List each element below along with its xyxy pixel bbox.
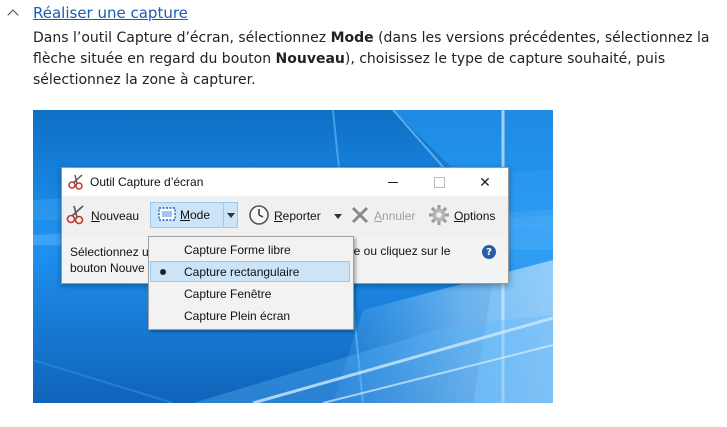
delay-label: eporter	[282, 209, 321, 223]
menu-item-label: Capture Forme libre	[184, 242, 291, 257]
cancel-x-icon	[350, 205, 370, 228]
scissors-icon	[68, 174, 86, 190]
mode-label: ode	[190, 208, 211, 222]
cancel-label: nnuler	[382, 209, 416, 223]
minimize-icon	[388, 181, 398, 183]
section-title-link[interactable]: Réaliser une capture	[33, 4, 188, 22]
cancel-label-mnemonic: A	[374, 209, 383, 223]
new-button[interactable]: Nouveau	[65, 202, 139, 230]
cancel-button[interactable]: Annuler	[350, 202, 415, 230]
window-title: Outil Capture d’écran	[90, 175, 204, 189]
desc-text: Dans l’outil Capture d’écran, sélectionn…	[33, 30, 331, 46]
menu-item-free-form[interactable]: Capture Forme libre	[150, 239, 350, 260]
chevron-down-icon	[334, 213, 342, 219]
new-label-mnemonic: N	[91, 209, 100, 223]
info-text-right: de ou cliquez sur le	[347, 244, 451, 258]
menu-item-window[interactable]: Capture Fenêtre	[150, 283, 350, 304]
selected-bullet-icon	[160, 269, 166, 275]
options-label: ptions	[463, 209, 496, 223]
menu-item-label: Capture Fenêtre	[184, 286, 272, 301]
mode-dropdown-menu: Capture Forme libre Capture rectangulair…	[148, 236, 354, 330]
window-titlebar[interactable]: Outil Capture d’écran ✕	[62, 168, 508, 196]
menu-item-full-screen[interactable]: Capture Plein écran	[150, 305, 350, 326]
mode-dropdown-arrow[interactable]	[223, 203, 238, 227]
delay-dropdown-arrow[interactable]	[334, 202, 344, 230]
minimize-button[interactable]	[370, 168, 416, 196]
menu-item-rectangular[interactable]: Capture rectangulaire	[150, 261, 350, 282]
options-label-mnemonic: O	[454, 209, 464, 223]
maximize-button[interactable]	[416, 168, 462, 196]
instructions-paragraph: Dans l’outil Capture d’écran, sélectionn…	[33, 28, 723, 91]
new-label: ouveau	[99, 209, 140, 223]
maximize-icon	[433, 176, 445, 188]
mode-button[interactable]: Mode	[151, 203, 223, 227]
desc-new-bold: Nouveau	[275, 51, 345, 67]
chevron-down-icon	[227, 212, 235, 218]
rectangle-snip-icon	[158, 206, 176, 224]
gear-icon	[428, 204, 450, 229]
delay-button[interactable]: Reporter	[248, 202, 321, 230]
scissors-icon	[65, 204, 87, 229]
section-header[interactable]: Réaliser une capture	[8, 3, 188, 23]
close-icon: ✕	[479, 173, 491, 190]
options-button[interactable]: Options	[428, 202, 495, 230]
close-button[interactable]: ✕	[462, 168, 508, 196]
clock-icon	[248, 204, 270, 229]
help-icon[interactable]: ?	[482, 245, 496, 259]
chevron-up-icon[interactable]	[8, 8, 18, 18]
mode-label-mnemonic: M	[180, 208, 190, 222]
menu-item-label: Capture Plein écran	[184, 308, 291, 323]
desc-mode-bold: Mode	[330, 30, 374, 46]
toolbar: Nouveau Mode Reporter Annuler Options	[62, 196, 508, 236]
delay-label-mnemonic: R	[274, 209, 283, 223]
menu-item-label: Capture rectangulaire	[184, 264, 300, 279]
mode-split-button[interactable]: Mode	[150, 202, 238, 228]
